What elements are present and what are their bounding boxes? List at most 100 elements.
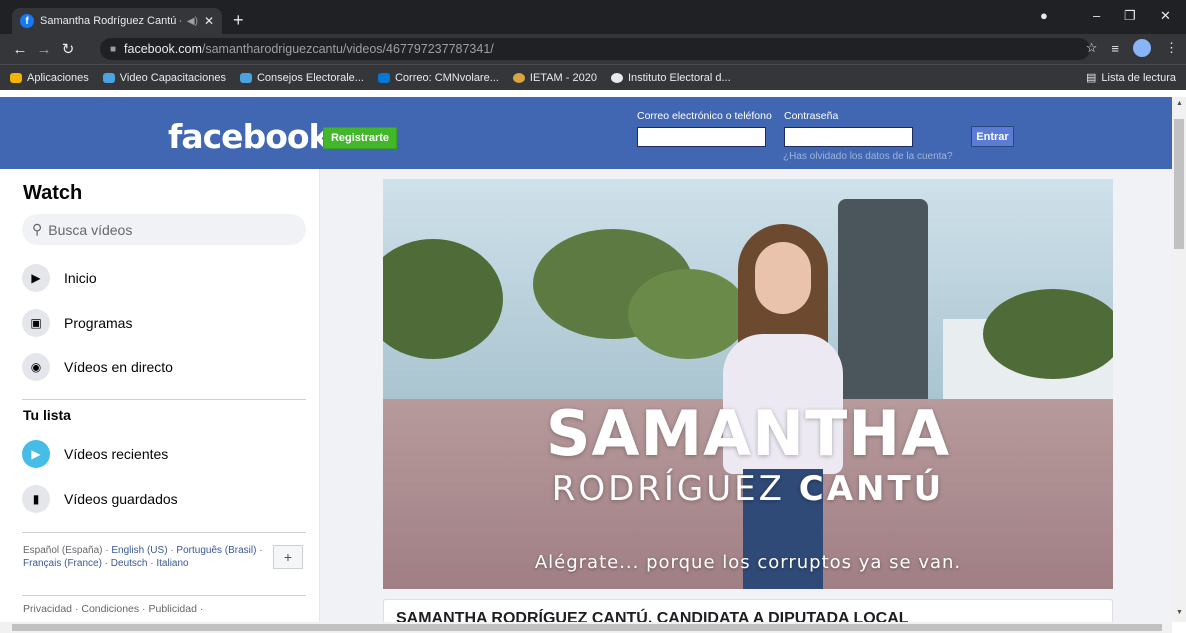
language-link[interactable]: Français (France)	[23, 558, 102, 569]
url-input[interactable]: ■ facebook.com/samantharodriguezcantu/vi…	[100, 38, 1090, 60]
sidebar-item-label: Vídeos guardados	[64, 491, 178, 507]
overlay-name: SAMANTHA	[545, 397, 951, 470]
main-content: SAMANTHA RODRÍGUEZ CANTÚ Alégrate... por…	[320, 169, 1172, 629]
divider	[22, 399, 306, 400]
new-tab-button[interactable]: +	[233, 10, 244, 31]
lock-icon[interactable]: ■	[110, 44, 116, 55]
language-list: Español (España) · English (US) · Portug…	[23, 545, 263, 569]
search-input[interactable]: ⚲ Busca vídeos	[22, 214, 306, 245]
outlook-icon	[377, 72, 390, 83]
sidebar-item-guardados[interactable]: ▮ Vídeos guardados	[22, 485, 178, 513]
sidebar-item-programas[interactable]: ▣ Programas	[22, 309, 132, 337]
play-icon: ▶	[22, 440, 50, 468]
scroll-down-icon[interactable]: ▼	[1176, 609, 1183, 616]
bookmark-item[interactable]: Instituto Electoral d...	[610, 71, 731, 84]
toolbar-actions: ☆ ≡ ⋮	[1086, 39, 1178, 57]
reading-list-button[interactable]: ▤ Lista de lectura	[1085, 71, 1176, 85]
bookmark-label: Instituto Electoral d...	[627, 71, 731, 84]
back-icon[interactable]: ←	[8, 41, 32, 58]
search-placeholder: Busca vídeos	[48, 221, 133, 238]
sidebar-item-label: Vídeos recientes	[64, 446, 169, 462]
bookmark-apps[interactable]: Aplicaciones	[10, 72, 89, 84]
restore-icon[interactable]: ❐	[1124, 8, 1136, 24]
language-link[interactable]: Português (Brasil)	[176, 545, 256, 556]
password-label: Contraseña	[784, 110, 839, 122]
watch-sidebar: Watch ⚲ Busca vídeos ▶ Inicio ▣ Programa…	[0, 169, 320, 622]
face	[755, 242, 811, 314]
bookmark-icon: ▮	[22, 485, 50, 513]
list-heading: Tu lista	[23, 407, 71, 423]
sidebar-item-label: Vídeos en directo	[64, 359, 173, 375]
minimize-icon[interactable]: –	[1093, 8, 1100, 23]
bookmark-label: Consejos Electorale...	[256, 71, 364, 84]
tab-title: Samantha Rodríguez Cantú -	[40, 15, 181, 27]
live-camera-icon: ◉	[22, 353, 50, 381]
facebook-header: facebook Registrarte Correo electrónico …	[0, 97, 1172, 169]
bookmark-item[interactable]: Video Capacitaciones	[102, 71, 226, 84]
facebook-favicon-icon: f	[20, 14, 34, 28]
clapper-icon: ▣	[22, 309, 50, 337]
browser-chrome: f Samantha Rodríguez Cantú - ◀) ✕ + ● – …	[0, 0, 1186, 90]
sidebar-item-label: Inicio	[64, 270, 97, 286]
overlay-surname: RODRÍGUEZ CANTÚ	[383, 469, 1113, 509]
vertical-scrollbar[interactable]: ▲ ▼	[1172, 97, 1186, 622]
bookmark-label: Aplicaciones	[27, 71, 89, 84]
bookmark-label: Video Capacitaciones	[119, 71, 226, 84]
reading-list-label: Lista de lectura	[1101, 71, 1176, 84]
bookmark-item[interactable]: Consejos Electorale...	[239, 71, 364, 84]
search-icon: ⚲	[32, 221, 43, 237]
email-field[interactable]	[637, 127, 766, 147]
profile-dot-icon[interactable]: ●	[1040, 8, 1048, 23]
bookmark-label: IETAM - 2020	[529, 71, 597, 84]
globe-icon	[610, 72, 623, 83]
legal-links[interactable]: Privacidad · Condiciones · Publicidad ·	[23, 603, 203, 615]
address-bar-row: ← → ↻ ■ facebook.com/samantharodriguezca…	[0, 34, 1186, 64]
sidebar-item-recientes[interactable]: ▶ Vídeos recientes	[22, 440, 168, 468]
close-tab-icon[interactable]: ✕	[204, 14, 214, 28]
url-path: /samantharodriguezcantu/videos/467797237…	[201, 42, 494, 56]
audio-icon[interactable]: ◀)	[187, 16, 198, 27]
facebook-logo[interactable]: facebook	[168, 117, 330, 156]
url-host: facebook.com	[124, 42, 202, 56]
cloud-icon	[239, 72, 252, 83]
tree	[983, 289, 1113, 379]
sidebar-item-label: Programas	[64, 315, 133, 331]
bookmarks-bar: Aplicaciones Video Capacitaciones Consej…	[0, 64, 1186, 90]
star-icon[interactable]: ☆	[1086, 40, 1098, 56]
page-title: Watch	[23, 182, 83, 204]
password-field[interactable]	[784, 127, 913, 147]
avatar[interactable]	[1133, 39, 1151, 57]
language-link[interactable]: Italiano	[156, 558, 188, 569]
cloud-icon	[102, 72, 115, 83]
tab-strip: f Samantha Rodríguez Cantú - ◀) ✕ + ● – …	[0, 0, 1186, 34]
current-language: Español (España)	[23, 545, 103, 556]
ietam-icon	[512, 72, 525, 83]
browser-tab[interactable]: f Samantha Rodríguez Cantú - ◀) ✕	[12, 8, 222, 34]
media-queue-icon[interactable]: ≡	[1111, 41, 1119, 56]
surname-bold: CANTÚ	[798, 469, 945, 509]
horizontal-scrollbar[interactable]	[0, 622, 1172, 633]
forward-icon[interactable]: →	[32, 41, 56, 58]
language-link[interactable]: Deutsch	[111, 558, 148, 569]
email-label: Correo electrónico o teléfono	[637, 110, 772, 122]
video-player[interactable]: SAMANTHA RODRÍGUEZ CANTÚ Alégrate... por…	[383, 179, 1113, 589]
play-screen-icon: ▶	[22, 264, 50, 292]
scroll-up-icon[interactable]: ▲	[1176, 100, 1183, 107]
reading-list-icon: ▤	[1085, 72, 1097, 84]
more-languages-button[interactable]: +	[273, 545, 303, 569]
forgot-account-link[interactable]: ¿Has olvidado los datos de la cuenta?	[783, 151, 953, 162]
register-button[interactable]: Registrarte	[323, 127, 397, 149]
sidebar-item-directo[interactable]: ◉ Vídeos en directo	[22, 353, 173, 381]
language-link[interactable]: English (US)	[111, 545, 167, 556]
login-button[interactable]: Entrar	[971, 126, 1014, 147]
bookmark-item[interactable]: IETAM - 2020	[512, 71, 597, 84]
menu-kebab-icon[interactable]: ⋮	[1165, 40, 1178, 56]
scroll-thumb[interactable]	[1174, 119, 1184, 249]
overlay-tagline: Alégrate... porque los corruptos ya se v…	[534, 552, 962, 573]
reload-icon[interactable]: ↻	[56, 40, 80, 58]
divider	[22, 595, 306, 596]
close-window-icon[interactable]: ✕	[1160, 8, 1171, 24]
sidebar-item-inicio[interactable]: ▶ Inicio	[22, 264, 97, 292]
scroll-thumb[interactable]	[12, 624, 1162, 631]
bookmark-item[interactable]: Correo: CMNvolare...	[377, 72, 499, 84]
